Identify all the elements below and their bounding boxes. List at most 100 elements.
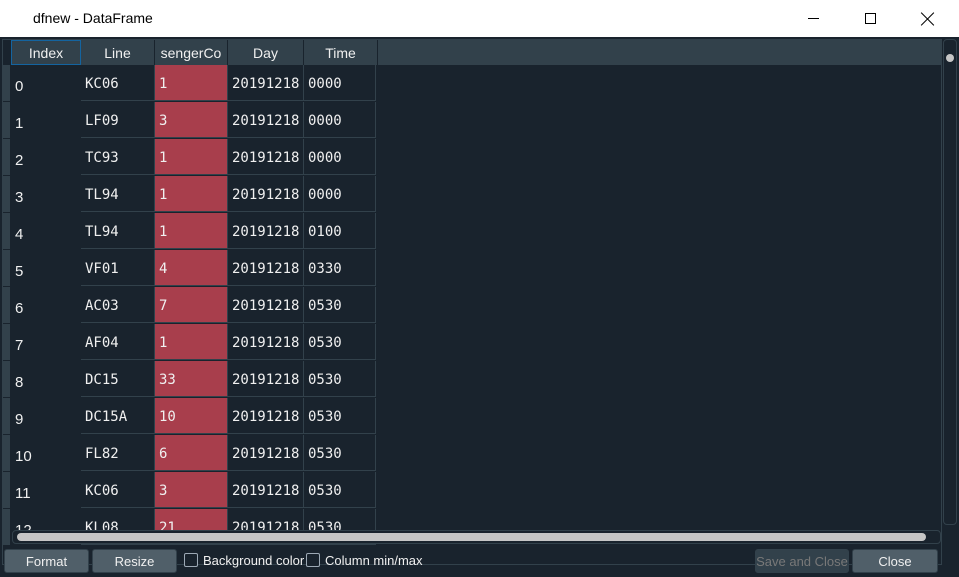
table-row[interactable]: 9 DC15A 10 20191218 0530 [3,398,376,435]
table-row[interactable]: 11 KC06 3 20191218 0530 [3,472,376,509]
maximize-button[interactable] [847,0,893,37]
column-minmax-checkbox[interactable] [306,553,320,567]
line-cell[interactable]: KC06 [81,472,155,508]
row-index[interactable]: 0 [11,65,79,101]
background-color-label: Background color [203,553,305,568]
row-handle [3,213,10,249]
resize-button[interactable]: Resize [92,549,177,573]
line-cell[interactable]: LF09 [81,102,155,138]
time-cell[interactable]: 0530 [304,472,376,508]
vertical-scrollbar[interactable] [943,39,957,525]
day-cell[interactable]: 20191218 [228,213,304,249]
vertical-scroll-thumb[interactable] [946,54,954,62]
line-cell[interactable]: KC06 [81,65,155,101]
row-index[interactable]: 5 [11,250,79,286]
day-cell[interactable]: 20191218 [228,250,304,286]
day-cell[interactable]: 20191218 [228,472,304,508]
table-row[interactable]: 0 KC06 1 20191218 0000 [3,65,376,102]
day-cell[interactable]: 20191218 [228,139,304,175]
passenger-count-cell[interactable]: 1 [155,324,228,360]
row-index[interactable]: 6 [11,287,79,323]
table-row[interactable]: 8 DC15 33 20191218 0530 [3,361,376,398]
day-cell[interactable]: 20191218 [228,361,304,397]
passenger-count-cell[interactable]: 1 [155,139,228,175]
format-button[interactable]: Format [4,549,89,573]
horizontal-scroll-thumb[interactable] [17,533,926,541]
time-cell[interactable]: 0000 [304,65,376,101]
save-and-close-button[interactable]: Save and Close [755,549,849,573]
time-cell[interactable]: 0530 [304,287,376,323]
table-row[interactable]: 1 LF09 3 20191218 0000 [3,102,376,139]
minimize-button[interactable] [790,0,836,37]
time-cell[interactable]: 0530 [304,324,376,360]
time-cell[interactable]: 0530 [304,435,376,471]
close-icon [921,12,935,26]
passenger-count-cell[interactable]: 1 [155,176,228,212]
passenger-count-cell[interactable]: 6 [155,435,228,471]
table-row[interactable]: 4 TL94 1 20191218 0100 [3,213,376,250]
background-color-checkbox[interactable] [184,553,198,567]
table-row[interactable]: 7 AF04 1 20191218 0530 [3,324,376,361]
passenger-count-cell[interactable]: 1 [155,213,228,249]
line-cell[interactable]: FL82 [81,435,155,471]
row-index[interactable]: 8 [11,361,79,397]
time-cell[interactable]: 0000 [304,176,376,212]
line-cell[interactable]: TC93 [81,139,155,175]
row-handle [3,250,10,286]
day-cell[interactable]: 20191218 [228,102,304,138]
row-index[interactable]: 4 [11,213,79,249]
day-cell[interactable]: 20191218 [228,65,304,101]
day-cell[interactable]: 20191218 [228,324,304,360]
header-time[interactable]: Time [304,40,378,65]
day-cell[interactable]: 20191218 [228,176,304,212]
row-index[interactable]: 9 [11,398,79,434]
header-line[interactable]: Line [81,40,155,65]
passenger-count-cell[interactable]: 10 [155,398,228,434]
row-index[interactable]: 11 [11,472,79,508]
row-index[interactable]: 3 [11,176,79,212]
row-index[interactable]: 2 [11,139,79,175]
day-cell[interactable]: 20191218 [228,435,304,471]
table-row[interactable]: 2 TC93 1 20191218 0000 [3,139,376,176]
day-cell[interactable]: 20191218 [228,287,304,323]
window-close-button[interactable] [905,0,951,37]
data-table[interactable]: Index Line sengerCo Day Time 0 KC06 1 20191… [2,39,942,565]
row-handle [3,176,10,212]
row-index[interactable]: 7 [11,324,79,360]
day-cell[interactable]: 20191218 [228,398,304,434]
row-handle [3,139,10,175]
header-empty [378,40,941,65]
table-row[interactable]: 5 VF01 4 20191218 0330 [3,250,376,287]
line-cell[interactable]: DC15A [81,398,155,434]
passenger-count-cell[interactable]: 1 [155,65,228,101]
passenger-count-cell[interactable]: 7 [155,287,228,323]
table-row[interactable]: 10 FL82 6 20191218 0530 [3,435,376,472]
row-index[interactable]: 10 [11,435,79,471]
table-row[interactable]: 3 TL94 1 20191218 0000 [3,176,376,213]
table-row[interactable]: 6 AC03 7 20191218 0530 [3,287,376,324]
time-cell[interactable]: 0000 [304,139,376,175]
passenger-count-cell[interactable]: 33 [155,361,228,397]
header-index[interactable]: Index [11,40,81,65]
time-cell[interactable]: 0000 [304,102,376,138]
row-handle [3,472,10,508]
time-cell[interactable]: 0530 [304,361,376,397]
line-cell[interactable]: DC15 [81,361,155,397]
line-cell[interactable]: AC03 [81,287,155,323]
close-button[interactable]: Close [852,549,938,573]
time-cell[interactable]: 0330 [304,250,376,286]
maximize-icon [864,13,876,24]
horizontal-scrollbar[interactable] [12,530,941,544]
line-cell[interactable]: TL94 [81,213,155,249]
header-passenger-count[interactable]: sengerCo [155,40,228,65]
row-index[interactable]: 1 [11,102,79,138]
passenger-count-cell[interactable]: 3 [155,472,228,508]
passenger-count-cell[interactable]: 4 [155,250,228,286]
header-day[interactable]: Day [228,40,304,65]
line-cell[interactable]: VF01 [81,250,155,286]
time-cell[interactable]: 0530 [304,398,376,434]
time-cell[interactable]: 0100 [304,213,376,249]
line-cell[interactable]: AF04 [81,324,155,360]
line-cell[interactable]: TL94 [81,176,155,212]
passenger-count-cell[interactable]: 3 [155,102,228,138]
